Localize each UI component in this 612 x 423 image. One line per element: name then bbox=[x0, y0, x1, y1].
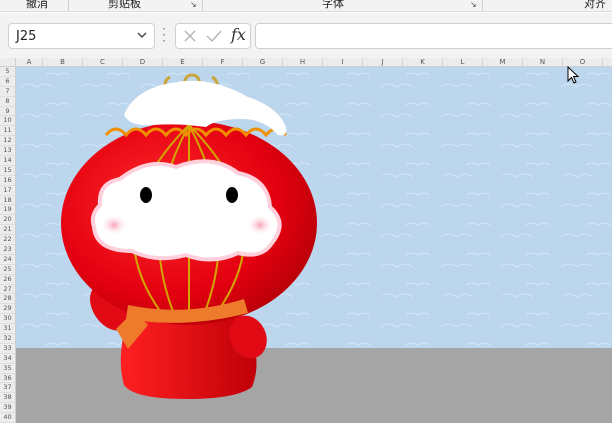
ribbon-group-alignment[interactable]: 对齐 bbox=[584, 0, 606, 11]
formula-bar-resize-handle[interactable]: · · · bbox=[161, 23, 167, 47]
lantern-mascot-picture[interactable] bbox=[16, 67, 612, 423]
column-header-m[interactable]: M bbox=[483, 58, 523, 67]
column-header-g[interactable]: G bbox=[243, 58, 283, 67]
row-header-12[interactable]: 12 bbox=[0, 136, 15, 147]
select-all-corner[interactable] bbox=[0, 58, 16, 67]
column-header-h[interactable]: H bbox=[283, 58, 323, 67]
right-cheek bbox=[246, 214, 274, 236]
lantern-mascot-illustration bbox=[16, 67, 612, 423]
column-header-b[interactable]: B bbox=[43, 58, 83, 67]
ribbon-separator bbox=[482, 0, 483, 11]
row-header-25[interactable]: 25 bbox=[0, 265, 15, 275]
face bbox=[90, 159, 282, 262]
name-box[interactable]: J25 bbox=[8, 23, 155, 49]
row-header-5[interactable]: 5 bbox=[0, 67, 15, 77]
column-header-f[interactable]: F bbox=[203, 58, 243, 67]
clipboard-launcher-icon[interactable]: ↘ bbox=[190, 1, 198, 9]
row-header-18[interactable]: 18 bbox=[0, 196, 15, 206]
row-header-39[interactable]: 39 bbox=[0, 403, 15, 414]
right-eye bbox=[226, 187, 238, 203]
row-header-30[interactable]: 30 bbox=[0, 314, 15, 325]
insert-function-button[interactable]: fx bbox=[231, 25, 246, 44]
row-header-28[interactable]: 28 bbox=[0, 294, 15, 305]
row-header-23[interactable]: 23 bbox=[0, 245, 15, 255]
formula-input[interactable] bbox=[255, 23, 612, 49]
row-header-13[interactable]: 13 bbox=[0, 146, 15, 156]
left-eye bbox=[140, 187, 152, 203]
left-cheek bbox=[100, 214, 128, 236]
row-header-11[interactable]: 11 bbox=[0, 126, 15, 137]
row-header-34[interactable]: 34 bbox=[0, 354, 15, 364]
ribbon-separator bbox=[202, 0, 203, 11]
ribbon-separator bbox=[68, 0, 69, 11]
row-header-24[interactable]: 24 bbox=[0, 255, 15, 265]
chevron-down-icon[interactable] bbox=[136, 28, 148, 42]
mouse-cursor-icon bbox=[567, 66, 579, 84]
column-headers: ABCDEFGHIJKLMNO bbox=[16, 58, 612, 67]
spreadsheet-app: 撤消 剪贴板 ↘ 字体 ↘ 对齐 J25 · · · fx A B C D E … bbox=[0, 0, 612, 423]
row-header-31[interactable]: 31 bbox=[0, 324, 15, 334]
font-launcher-icon[interactable]: ↘ bbox=[470, 1, 478, 9]
column-header-a[interactable]: A bbox=[16, 58, 43, 67]
row-header-14[interactable]: 14 bbox=[0, 156, 15, 166]
column-header-d[interactable]: D bbox=[123, 58, 163, 67]
row-header-29[interactable]: 29 bbox=[0, 304, 15, 315]
column-header-k[interactable]: K bbox=[403, 58, 443, 67]
ground bbox=[16, 348, 612, 423]
column-header-i[interactable]: I bbox=[323, 58, 363, 67]
ribbon-group-font[interactable]: 字体 bbox=[322, 0, 344, 11]
row-header-32[interactable]: 32 bbox=[0, 334, 15, 344]
column-header-n[interactable]: N bbox=[523, 58, 563, 67]
column-header-l[interactable]: L bbox=[443, 58, 483, 67]
row-header-7[interactable]: 7 bbox=[0, 87, 15, 97]
column-header-e[interactable]: E bbox=[163, 58, 203, 67]
row-header-36[interactable]: 36 bbox=[0, 374, 15, 384]
row-header-27[interactable]: 27 bbox=[0, 285, 15, 295]
row-header-15[interactable]: 15 bbox=[0, 166, 15, 176]
name-box-value: J25 bbox=[16, 29, 37, 44]
column-header-j[interactable]: J bbox=[363, 58, 403, 67]
row-header-9[interactable]: 9 bbox=[0, 107, 15, 117]
row-header-22[interactable]: 22 bbox=[0, 235, 15, 245]
row-header-26[interactable]: 26 bbox=[0, 275, 15, 285]
row-header-17[interactable]: 17 bbox=[0, 186, 15, 196]
row-header-8[interactable]: 8 bbox=[0, 97, 15, 107]
row-header-10[interactable]: 10 bbox=[0, 116, 15, 127]
column-header-c[interactable]: C bbox=[83, 58, 123, 67]
formula-bar: J25 · · · fx bbox=[0, 13, 612, 58]
ribbon-group-undo[interactable]: 撤消 bbox=[26, 0, 48, 11]
row-headers: 5 6 7 8 9 10 11 12 13 14 15 16 17 18 19 20 21 22 23 24 25 26 2… bbox=[0, 67, 16, 423]
worksheet-grid: ABCDEFGHIJKLMNO 5 6 7 8 9 10 11 12 13 14 15 16 17 18 1… bbox=[0, 58, 612, 423]
row-header-38[interactable]: 38 bbox=[0, 393, 15, 404]
ribbon-group-labels: 撤消 剪贴板 ↘ 字体 ↘ 对齐 bbox=[0, 0, 612, 12]
row-header-21[interactable]: 21 bbox=[0, 225, 15, 236]
row-header-6[interactable]: 6 bbox=[0, 77, 15, 87]
row-header-37[interactable]: 37 bbox=[0, 383, 15, 394]
formula-actions: fx bbox=[175, 23, 251, 49]
cancel-icon[interactable] bbox=[183, 29, 197, 43]
ribbon-group-clipboard[interactable]: 剪贴板 bbox=[108, 0, 141, 11]
row-header-40[interactable]: 40 bbox=[0, 413, 15, 423]
row-header-19[interactable]: 19 bbox=[0, 205, 15, 216]
enter-check-icon[interactable] bbox=[206, 29, 222, 43]
row-header-16[interactable]: 16 bbox=[0, 176, 15, 186]
row-header-33[interactable]: 33 bbox=[0, 344, 15, 354]
row-header-20[interactable]: 20 bbox=[0, 215, 15, 226]
row-header-35[interactable]: 35 bbox=[0, 364, 15, 374]
